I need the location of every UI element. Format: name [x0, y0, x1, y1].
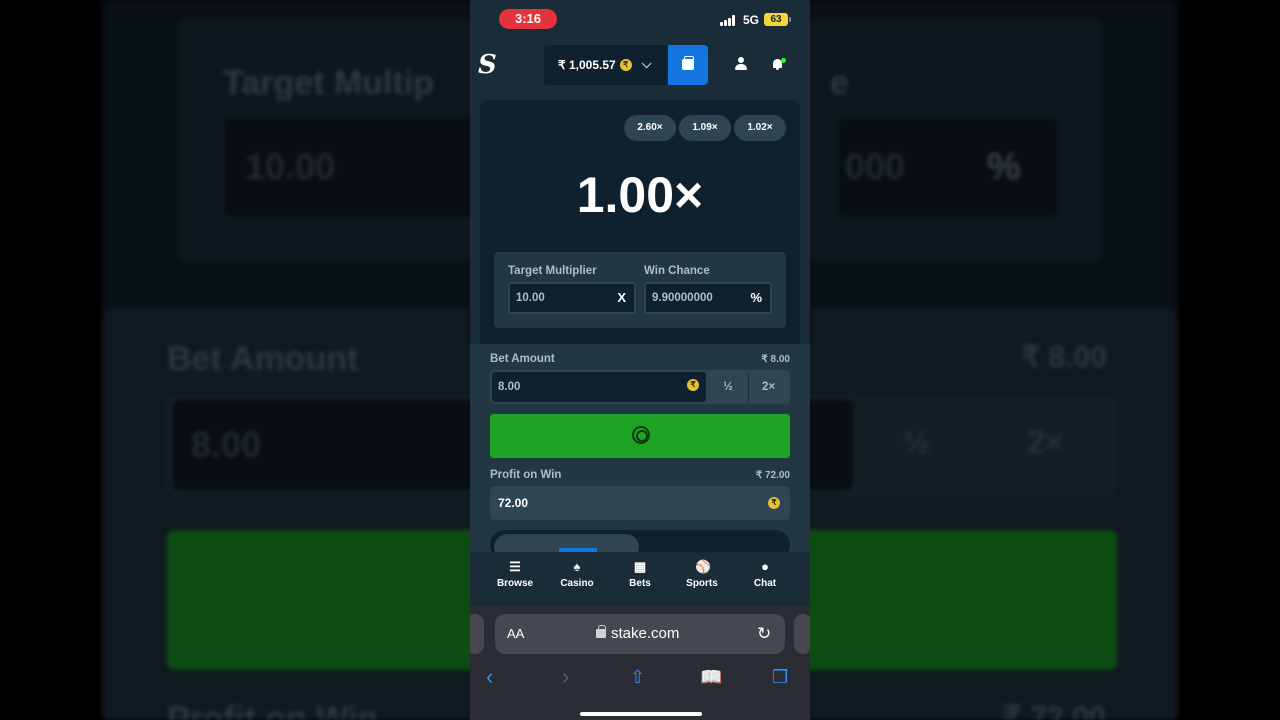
bet-button[interactable] — [490, 414, 790, 458]
target-icon — [632, 426, 650, 444]
nav-label: Browse — [496, 578, 534, 589]
coin-icon: ₹ — [619, 59, 632, 71]
screen: Target Multip e 10.00 000 % Bet Amount ₹… — [0, 0, 1280, 720]
bets-icon: ▦ — [633, 559, 647, 574]
coin-icon: ₹ — [768, 497, 780, 509]
chevron-down-icon — [641, 57, 652, 68]
balance-amount: ₹ 1,005.57 — [558, 58, 616, 72]
next-tab-edge[interactable] — [794, 614, 810, 654]
chat-icon: ● — [761, 559, 769, 574]
lock-icon — [596, 625, 606, 638]
previous-tab-edge[interactable] — [470, 614, 484, 654]
stake-logo[interactable]: S — [478, 50, 498, 80]
recent-result-chip[interactable]: 2.60× — [624, 115, 676, 141]
user-icon[interactable] — [734, 57, 748, 71]
status-bar: 3:16 5G 63 — [470, 0, 810, 40]
win-chance-value: 9.90000000 — [652, 292, 713, 304]
status-time: 3:16 — [499, 9, 557, 29]
reader-aa-button[interactable]: AA — [507, 614, 524, 654]
profit-on-win-value: 72.00 — [498, 496, 529, 510]
back-icon[interactable]: ‹ — [486, 664, 493, 690]
wallet-button[interactable] — [668, 45, 708, 85]
win-chance-input[interactable]: 9.90000000 % — [644, 282, 772, 314]
half-bet-button[interactable]: ½ — [708, 372, 748, 402]
bookmarks-icon[interactable]: 📖 — [700, 667, 722, 688]
wallet-icon — [682, 56, 694, 70]
balance-selector[interactable]: ₹ 1,005.57 ₹ — [544, 45, 667, 85]
address-bar[interactable]: AA stake.com ↻ — [495, 614, 785, 654]
forward-icon[interactable]: › — [562, 664, 569, 690]
bet-amount-label: Bet Amount — [490, 353, 555, 365]
sports-icon: ⚾ — [695, 559, 712, 574]
coin-icon: ₹ — [687, 379, 699, 391]
bet-amount-field: 8.00 ₹ ½ 2× — [490, 370, 790, 404]
nav-label: Bets — [629, 578, 651, 589]
share-icon[interactable]: ⇧ — [630, 667, 645, 688]
tabs-icon[interactable]: ❐ — [772, 667, 788, 688]
url-domain: stake.com — [611, 625, 680, 642]
double-bet-button[interactable]: 2× — [748, 372, 788, 402]
signal-icon — [720, 15, 738, 26]
bet-controls: Bet Amount ₹ 8.00 8.00 ₹ ½ 2× Profit on … — [470, 344, 810, 560]
profit-on-win-field: 72.00 ₹ — [490, 486, 790, 520]
home-indicator — [580, 712, 702, 716]
notification-dot — [781, 58, 786, 63]
win-chance-label: Win Chance — [644, 265, 710, 277]
game-settings-card: Target Multiplier Win Chance 10.00 X 9.9… — [494, 252, 786, 328]
app-header: S ₹ 1,005.57 ₹ — [470, 40, 810, 92]
percent-icon: % — [750, 290, 762, 305]
bet-amount-display: ₹ 8.00 — [761, 354, 790, 365]
nav-label: Casino — [560, 578, 594, 589]
recent-result-chip[interactable]: 1.02× — [734, 115, 786, 141]
current-multiplier: 1.00× — [576, 167, 704, 223]
target-multiplier-label: Target Multiplier — [508, 265, 597, 277]
reload-icon[interactable]: ↻ — [757, 614, 771, 654]
nav-bets[interactable]: ▦ Bets — [610, 559, 670, 590]
game-area: 2.60× 1.09× 1.02× 1.00× Target Multiplie… — [480, 100, 800, 344]
phone-screen: 3:16 5G 63 S ₹ 1,005.57 ₹ 2.60× 1.09× 1.… — [470, 0, 810, 720]
profit-on-win-label: Profit on Win — [490, 469, 562, 481]
bet-amount-input[interactable]: 8.00 — [492, 372, 706, 402]
battery-icon: 63 — [764, 13, 791, 26]
casino-icon: ♠ — [573, 559, 581, 574]
nav-sports[interactable]: ⚾ Sports — [672, 559, 732, 590]
profit-on-win-display: ₹ 72.00 — [755, 470, 790, 481]
target-multiplier-input[interactable]: 10.00 X — [508, 282, 636, 314]
browser-bar: AA stake.com ↻ ‹ › ⇧ 📖 ❐ — [470, 606, 810, 720]
recent-result-chip[interactable]: 1.09× — [679, 115, 731, 141]
multiplier-x-icon: X — [617, 290, 626, 305]
bet-amount-value: 8.00 — [498, 381, 521, 393]
bottom-nav: ☰ Browse ♠ Casino ▦ Bets ⚾ Sports ● Chat — [470, 552, 810, 606]
target-multiplier-value: 10.00 — [516, 292, 545, 304]
nav-browse[interactable]: ☰ Browse — [485, 559, 545, 590]
nav-label: Chat — [753, 578, 777, 589]
network-type: 5G — [743, 13, 760, 27]
nav-label: Sports — [686, 578, 718, 589]
browse-icon: ☰ — [509, 559, 521, 574]
nav-chat[interactable]: ● Chat — [735, 559, 795, 590]
nav-casino[interactable]: ♠ Casino — [547, 559, 607, 590]
